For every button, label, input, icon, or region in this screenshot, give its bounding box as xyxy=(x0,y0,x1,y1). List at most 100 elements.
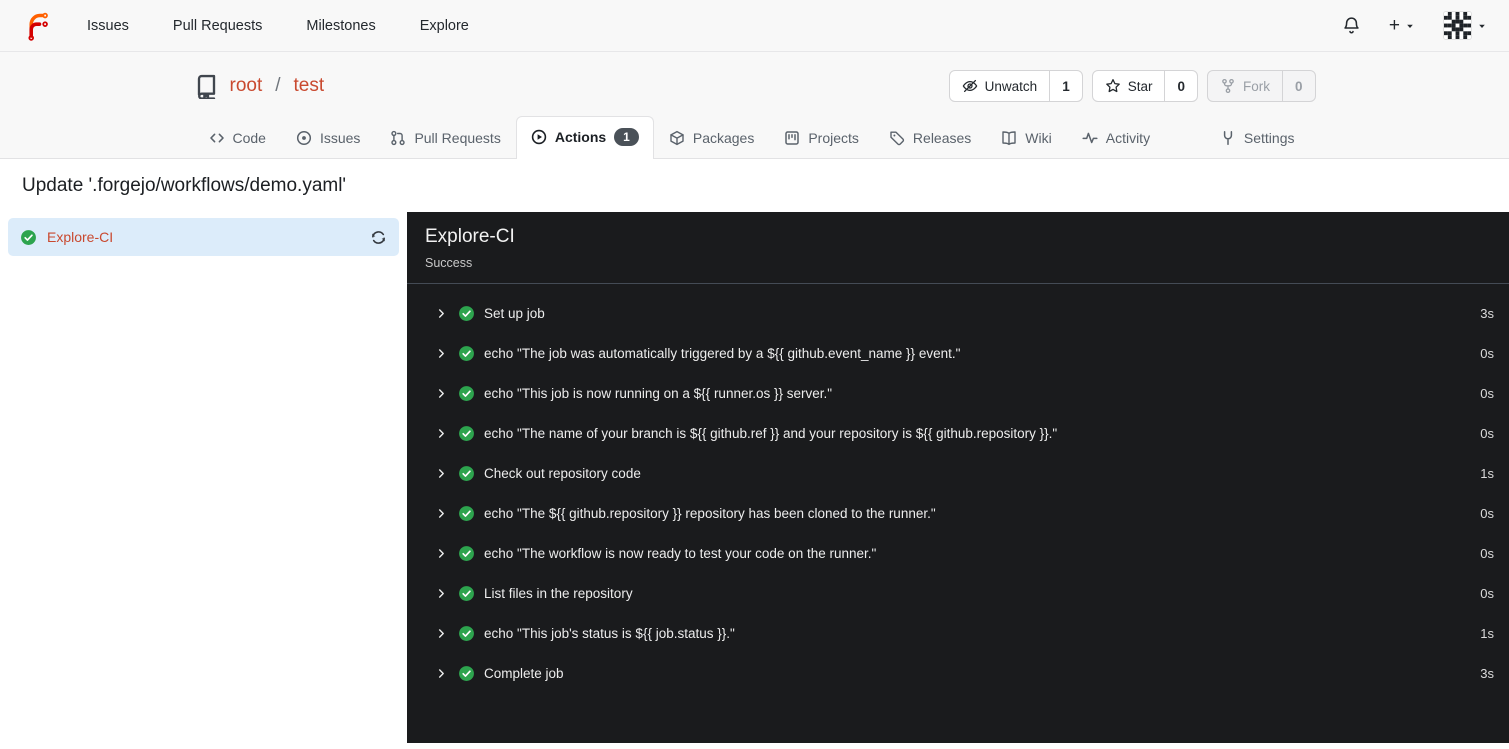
pull-request-icon xyxy=(390,130,406,146)
step-row[interactable]: Set up job 3s xyxy=(407,293,1509,333)
step-row[interactable]: echo "The name of your branch is ${{ git… xyxy=(407,413,1509,453)
step-row[interactable]: echo "The ${{ github.repository }} repos… xyxy=(407,493,1509,533)
chevron-right-icon[interactable] xyxy=(435,467,448,480)
step-duration: 0s xyxy=(1480,505,1494,521)
repo-name-link[interactable]: test xyxy=(294,75,325,97)
check-circle-icon xyxy=(458,585,475,602)
pulse-icon xyxy=(1082,130,1098,146)
tab-issues[interactable]: Issues xyxy=(281,118,375,158)
check-circle-icon xyxy=(458,665,475,682)
notifications-bell-icon[interactable] xyxy=(1342,16,1361,35)
fork-button[interactable]: Fork 0 xyxy=(1206,70,1316,102)
tab-label: Code xyxy=(232,130,266,146)
job-item-explore-ci[interactable]: Explore-CI xyxy=(8,218,399,256)
tab-label: Activity xyxy=(1105,130,1151,146)
step-name: echo "This job's status is ${{ job.statu… xyxy=(484,625,735,641)
tab-settings[interactable]: Settings xyxy=(1205,118,1310,158)
forgejo-logo-icon[interactable] xyxy=(22,10,53,41)
fork-count[interactable]: 0 xyxy=(1281,71,1315,101)
step-name: echo "The ${{ github.repository }} repos… xyxy=(484,505,936,521)
chevron-right-icon[interactable] xyxy=(435,307,448,320)
star-icon xyxy=(1105,78,1121,94)
tab-code[interactable]: Code xyxy=(194,118,281,158)
tab-label: Packages xyxy=(692,130,755,146)
chevron-right-icon[interactable] xyxy=(435,387,448,400)
user-menu-button[interactable] xyxy=(1443,11,1487,40)
user-avatar xyxy=(1443,11,1472,40)
code-icon xyxy=(209,130,225,146)
chevron-right-icon[interactable] xyxy=(435,547,448,560)
step-row[interactable]: List files in the repository 0s xyxy=(407,573,1509,613)
topnav-item-milestones[interactable]: Milestones xyxy=(306,18,375,34)
plus-icon: + xyxy=(1388,15,1400,36)
star-count[interactable]: 0 xyxy=(1164,71,1197,101)
issue-icon xyxy=(296,130,312,146)
tab-projects[interactable]: Projects xyxy=(769,118,874,158)
step-name: Set up job xyxy=(484,305,545,321)
project-icon xyxy=(784,130,800,146)
star-button[interactable]: Star 0 xyxy=(1091,70,1198,102)
topnav-item-explore[interactable]: Explore xyxy=(420,18,469,34)
tab-badge: 1 xyxy=(614,128,639,146)
unwatch-button[interactable]: Unwatch 1 xyxy=(948,70,1083,102)
topnav-item-issues[interactable]: Issues xyxy=(87,18,129,34)
chevron-right-icon[interactable] xyxy=(435,587,448,600)
topnav-item-pull-requests[interactable]: Pull Requests xyxy=(173,18,262,34)
step-duration: 0s xyxy=(1480,545,1494,561)
check-circle-icon xyxy=(458,425,475,442)
tab-label: Pull Requests xyxy=(414,130,501,146)
tab-pull-requests[interactable]: Pull Requests xyxy=(375,118,515,158)
step-name: List files in the repository xyxy=(484,585,633,601)
step-name: echo "The name of your branch is ${{ git… xyxy=(484,425,1058,441)
tab-wiki[interactable]: Wiki xyxy=(986,118,1066,158)
unwatch-count[interactable]: 1 xyxy=(1049,71,1082,101)
unwatch-label: Unwatch xyxy=(984,78,1038,94)
tab-releases[interactable]: Releases xyxy=(874,118,986,158)
repo-owner-link[interactable]: root xyxy=(230,75,263,97)
tab-label: Settings xyxy=(1243,130,1295,146)
step-duration: 0s xyxy=(1480,425,1494,441)
step-name: echo "The workflow is now ready to test … xyxy=(484,545,877,561)
step-row[interactable]: Complete job 3s xyxy=(407,653,1509,693)
book-icon xyxy=(1001,130,1017,146)
step-duration: 1s xyxy=(1480,625,1494,641)
log-job-status: Success xyxy=(425,256,473,270)
caret-down-icon xyxy=(1477,21,1487,31)
repo-actions: Unwatch 1 Star 0 Fork 0 xyxy=(948,70,1316,102)
step-duration: 3s xyxy=(1480,665,1494,681)
step-name: echo "This job is now running on a ${{ r… xyxy=(484,385,833,401)
step-duration: 0s xyxy=(1480,385,1494,401)
step-row[interactable]: echo "This job is now running on a ${{ r… xyxy=(407,373,1509,413)
eye-slash-icon xyxy=(962,78,978,94)
chevron-right-icon[interactable] xyxy=(435,427,448,440)
chevron-right-icon[interactable] xyxy=(435,347,448,360)
step-duration: 3s xyxy=(1480,305,1494,321)
step-row[interactable]: echo "This job's status is ${{ job.statu… xyxy=(407,613,1509,653)
topnav-links: Issues Pull Requests Milestones Explore xyxy=(87,18,469,34)
topnav-right: + xyxy=(1342,11,1487,40)
step-duration: 1s xyxy=(1480,465,1494,481)
check-circle-icon xyxy=(458,625,475,642)
check-circle-icon xyxy=(20,229,37,246)
package-icon xyxy=(669,130,685,146)
tab-activity[interactable]: Activity xyxy=(1067,118,1165,158)
jobs-sidebar: Explore-CI xyxy=(0,212,407,743)
step-row[interactable]: echo "The workflow is now ready to test … xyxy=(407,533,1509,573)
step-name: Complete job xyxy=(484,665,564,681)
repo-title: root / test xyxy=(194,74,325,99)
step-row[interactable]: echo "The job was automatically triggere… xyxy=(407,333,1509,373)
star-label: Star xyxy=(1127,78,1153,94)
tag-icon xyxy=(889,130,905,146)
tab-packages[interactable]: Packages xyxy=(654,118,769,158)
check-circle-icon xyxy=(458,305,475,322)
check-circle-icon xyxy=(458,505,475,522)
chevron-right-icon[interactable] xyxy=(435,507,448,520)
step-row[interactable]: Check out repository code 1s xyxy=(407,453,1509,493)
steps-list: Set up job 3s echo "The job was automati… xyxy=(407,284,1509,693)
refresh-icon[interactable] xyxy=(370,229,387,246)
chevron-right-icon[interactable] xyxy=(435,667,448,680)
chevron-right-icon[interactable] xyxy=(435,627,448,640)
tab-actions[interactable]: Actions 1 xyxy=(515,116,654,159)
create-new-button[interactable]: + xyxy=(1389,16,1415,35)
check-circle-icon xyxy=(458,385,475,402)
